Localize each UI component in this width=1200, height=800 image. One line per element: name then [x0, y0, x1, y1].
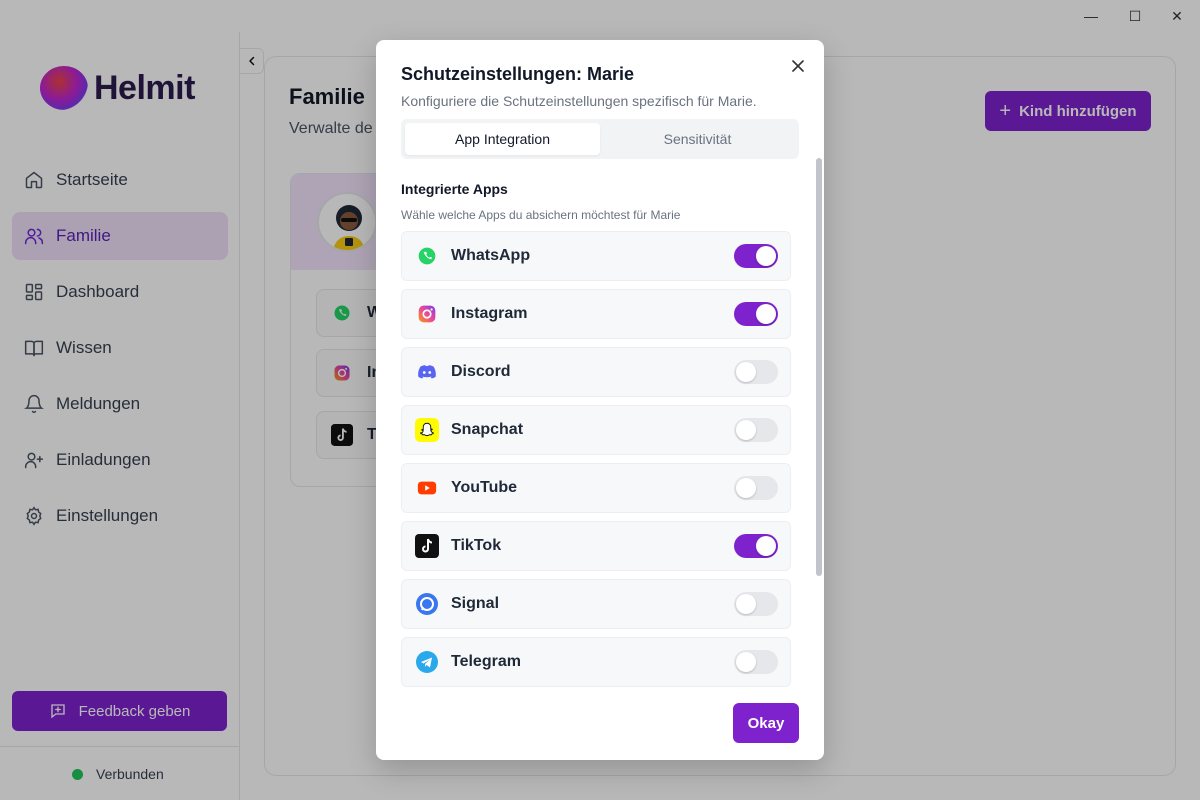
okay-button[interactable]: Okay	[733, 703, 799, 743]
app-name: Snapchat	[451, 421, 524, 438]
protection-settings-dialog: Schutzeinstellungen: Marie Konfiguriere …	[376, 40, 824, 760]
tab-app-integration[interactable]: App Integration	[405, 123, 600, 155]
whatsapp-toggle[interactable]	[734, 244, 778, 268]
dialog-title: Schutzeinstellungen: Marie	[401, 64, 635, 84]
discord-toggle[interactable]	[734, 360, 778, 384]
app-row-signal: Signal	[401, 579, 791, 629]
snapchat-toggle[interactable]	[734, 418, 778, 442]
signal-icon	[415, 592, 439, 616]
close-icon[interactable]	[788, 56, 808, 76]
snapchat-icon	[415, 418, 439, 442]
app-row-tiktok: TikTok	[401, 521, 791, 571]
app-name: WhatsApp	[451, 247, 531, 264]
settings-tabs: App Integration Sensitivität	[401, 119, 799, 159]
app-name: Discord	[451, 363, 511, 380]
signal-toggle[interactable]	[734, 592, 778, 616]
youtube-toggle[interactable]	[734, 476, 778, 500]
app-row-discord: Discord	[401, 347, 791, 397]
tiktok-icon	[415, 534, 439, 558]
app-row-telegram: Telegram	[401, 637, 791, 687]
app-list: WhatsApp Instagram Discord Snapchat YouT…	[401, 231, 791, 695]
telegram-icon	[415, 650, 439, 674]
whatsapp-icon	[415, 244, 439, 268]
app-row-snapchat: Snapchat	[401, 405, 791, 455]
app-row-youtube: YouTube	[401, 463, 791, 513]
section-subtitle: Wähle welche Apps du absichern möchtest …	[401, 208, 681, 222]
instagram-toggle[interactable]	[734, 302, 778, 326]
tiktok-toggle[interactable]	[734, 534, 778, 558]
scrollbar[interactable]	[816, 158, 822, 576]
app-name: YouTube	[451, 479, 518, 496]
app-name: Signal	[451, 595, 500, 612]
dialog-subtitle: Konfiguriere die Schutzeinstellungen spe…	[401, 93, 757, 109]
app-name: TikTok	[451, 537, 502, 554]
telegram-toggle[interactable]	[734, 650, 778, 674]
tab-sensitivitaet[interactable]: Sensitivität	[600, 123, 795, 155]
app-name: Instagram	[451, 305, 528, 322]
section-title: Integrierte Apps	[401, 181, 508, 197]
youtube-icon	[415, 476, 439, 500]
app-row-instagram: Instagram	[401, 289, 791, 339]
app-row-whatsapp: WhatsApp	[401, 231, 791, 281]
instagram-icon	[415, 302, 439, 326]
discord-icon	[415, 360, 439, 384]
app-name: Telegram	[451, 653, 521, 670]
